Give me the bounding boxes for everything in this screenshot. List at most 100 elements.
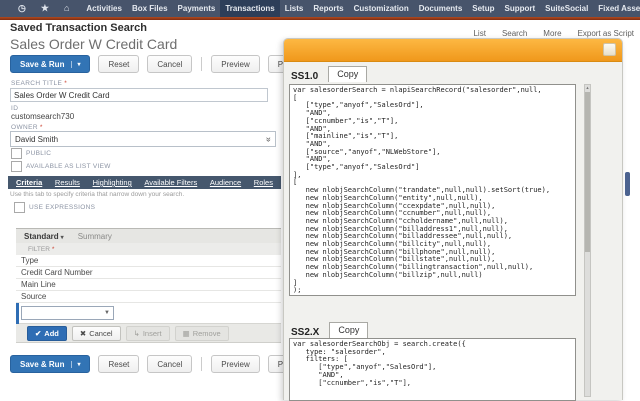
record-title: Sales Order W Credit Card bbox=[10, 36, 177, 52]
x-icon: ✖ bbox=[80, 329, 86, 338]
filter-column-header: FILTER* bbox=[16, 243, 281, 255]
page-scrollbar-thumb[interactable] bbox=[625, 172, 630, 196]
cancel-button-bottom[interactable]: Cancel bbox=[147, 355, 192, 373]
required-marker: * bbox=[52, 246, 55, 253]
search-link[interactable]: Search bbox=[502, 29, 527, 38]
chevron-down-icon[interactable]: ▾ bbox=[71, 61, 80, 68]
chevron-down-icon[interactable]: ▾ bbox=[71, 361, 80, 368]
criteria-tabbar: Criteria Results Highlighting Available … bbox=[8, 176, 281, 189]
remove-label: Remove bbox=[193, 329, 221, 338]
filter-row-main-line[interactable]: Main Line bbox=[16, 279, 281, 291]
row-cancel-label: Cancel bbox=[89, 329, 112, 338]
use-expressions-row: USE EXPRESSIONS bbox=[14, 202, 95, 213]
filter-edit-row: ▼ bbox=[16, 303, 281, 324]
nav-item-box-files[interactable]: Box Files bbox=[127, 0, 173, 17]
insert-label: Insert bbox=[143, 329, 162, 338]
tab-highlighting[interactable]: Highlighting bbox=[93, 178, 132, 187]
owner-select[interactable]: David Smith » bbox=[10, 131, 276, 147]
insert-icon: ↳ bbox=[134, 329, 140, 338]
active-row-indicator bbox=[16, 303, 19, 324]
save-and-run-label: Save & Run bbox=[20, 360, 64, 369]
ss1-code-block[interactable]: var salesorderSearch = nlapiSearchRecord… bbox=[289, 84, 576, 296]
subtab-standard[interactable]: Standard▾ bbox=[24, 232, 64, 241]
criteria-subtab-bar: Standard▾ Summary bbox=[16, 228, 281, 243]
top-nav: ◷ ★ ⌂ Activities Box Files Payments Tran… bbox=[0, 0, 640, 17]
filter-row-type[interactable]: Type bbox=[16, 255, 281, 267]
filter-select-combo[interactable]: ▼ bbox=[21, 306, 114, 320]
filter-row-credit-card-number[interactable]: Credit Card Number bbox=[16, 267, 281, 279]
tab-criteria[interactable]: Criteria bbox=[16, 178, 42, 187]
panel-scrollbar-thumb[interactable] bbox=[585, 92, 590, 252]
reset-button-bottom[interactable]: Reset bbox=[98, 355, 139, 373]
tab-audience[interactable]: Audience bbox=[210, 178, 241, 187]
use-expressions-checkbox[interactable] bbox=[14, 202, 25, 213]
add-button[interactable]: ✔ Add bbox=[27, 326, 67, 341]
id-label: ID bbox=[11, 105, 18, 112]
nav-item-fixed-assets[interactable]: Fixed Assets bbox=[593, 0, 640, 17]
ss2-version-label: SS2.X bbox=[291, 327, 319, 338]
nav-item-payments[interactable]: Payments bbox=[173, 0, 221, 17]
subtab-summary[interactable]: Summary bbox=[78, 232, 112, 241]
ss2-copy-button[interactable]: Copy bbox=[329, 322, 368, 338]
remove-button[interactable]: ▦ Remove bbox=[175, 326, 229, 341]
preview-button[interactable]: Preview bbox=[211, 55, 259, 73]
filter-row-source[interactable]: Source bbox=[16, 291, 281, 303]
available-as-list-view-row: AVAILABLE AS LIST VIEW bbox=[11, 161, 111, 172]
cancel-button[interactable]: Cancel bbox=[147, 55, 192, 73]
row-button-strip: ✔ Add ✖ Cancel ↳ Insert ▦ Remove bbox=[16, 324, 281, 343]
id-value: customsearch730 bbox=[11, 112, 74, 121]
search-title-input[interactable] bbox=[10, 88, 268, 102]
subtab-standard-label: Standard bbox=[24, 232, 59, 241]
nav-item-documents[interactable]: Documents bbox=[414, 0, 468, 17]
tab-results[interactable]: Results bbox=[55, 178, 80, 187]
more-link[interactable]: More bbox=[543, 29, 561, 38]
use-expressions-label: USE EXPRESSIONS bbox=[29, 204, 95, 211]
ss2-code-block[interactable]: var salesorderSearchObj = search.create(… bbox=[289, 338, 576, 401]
owner-label: OWNER* bbox=[11, 124, 43, 131]
export-script-panel: SS1.0 Copy var salesorderSearch = nlapiS… bbox=[283, 38, 623, 400]
filter-header-text: FILTER bbox=[28, 246, 50, 253]
recent-records-icon[interactable]: ◷ bbox=[18, 3, 26, 14]
tab-roles[interactable]: Roles bbox=[254, 178, 273, 187]
nav-item-support[interactable]: Support bbox=[500, 0, 541, 17]
panel-scrollbar[interactable]: ▲ bbox=[584, 84, 591, 397]
reset-button[interactable]: Reset bbox=[98, 55, 139, 73]
nav-item-reports[interactable]: Reports bbox=[308, 0, 348, 17]
panel-header[interactable] bbox=[284, 39, 622, 62]
home-icon[interactable]: ⌂ bbox=[64, 3, 69, 14]
nav-item-customization[interactable]: Customization bbox=[349, 0, 414, 17]
nav-icon-group: ◷ ★ ⌂ bbox=[18, 3, 69, 14]
nav-item-activities[interactable]: Activities bbox=[81, 0, 127, 17]
accent-strip bbox=[0, 17, 640, 20]
toolbar-divider bbox=[201, 357, 202, 371]
save-and-run-button-bottom[interactable]: Save & Run ▾ bbox=[10, 355, 90, 373]
add-label: Add bbox=[44, 329, 59, 338]
tab-available-filters[interactable]: Available Filters bbox=[144, 178, 197, 187]
close-icon[interactable] bbox=[603, 43, 616, 56]
ss1-copy-button[interactable]: Copy bbox=[328, 66, 367, 82]
list-link[interactable]: List bbox=[473, 29, 485, 38]
header-links: List Search More Export as Script bbox=[473, 29, 634, 38]
export-as-script-link[interactable]: Export as Script bbox=[578, 29, 634, 38]
row-cancel-button[interactable]: ✖ Cancel bbox=[72, 326, 121, 341]
nav-item-lists[interactable]: Lists bbox=[280, 0, 309, 17]
nav-item-transactions[interactable]: Transactions bbox=[220, 0, 279, 17]
criteria-help-text: Use this tab to specify criteria that na… bbox=[10, 191, 184, 198]
nav-item-setup[interactable]: Setup bbox=[467, 0, 499, 17]
available-as-list-view-label: AVAILABLE AS LIST VIEW bbox=[26, 163, 111, 170]
required-marker: * bbox=[64, 80, 67, 87]
check-icon: ✔ bbox=[35, 329, 41, 338]
ss2-section-header: SS2.X Copy bbox=[291, 322, 368, 338]
available-as-list-view-checkbox[interactable] bbox=[11, 161, 22, 172]
insert-button[interactable]: ↳ Insert bbox=[126, 326, 170, 341]
save-and-run-button[interactable]: Save & Run ▾ bbox=[10, 55, 90, 73]
shortcuts-star-icon[interactable]: ★ bbox=[41, 3, 49, 14]
search-title-label: SEARCH TITLE* bbox=[11, 80, 67, 87]
page-title: Saved Transaction Search bbox=[10, 22, 147, 34]
public-checkbox[interactable] bbox=[11, 148, 22, 159]
nav-item-suitesocial[interactable]: SuiteSocial bbox=[540, 0, 593, 17]
ss1-section-header: SS1.0 Copy bbox=[291, 66, 367, 82]
scroll-up-arrow-icon[interactable]: ▲ bbox=[585, 85, 590, 90]
preview-button-bottom[interactable]: Preview bbox=[211, 355, 259, 373]
owner-selected-value: David Smith bbox=[15, 135, 58, 144]
